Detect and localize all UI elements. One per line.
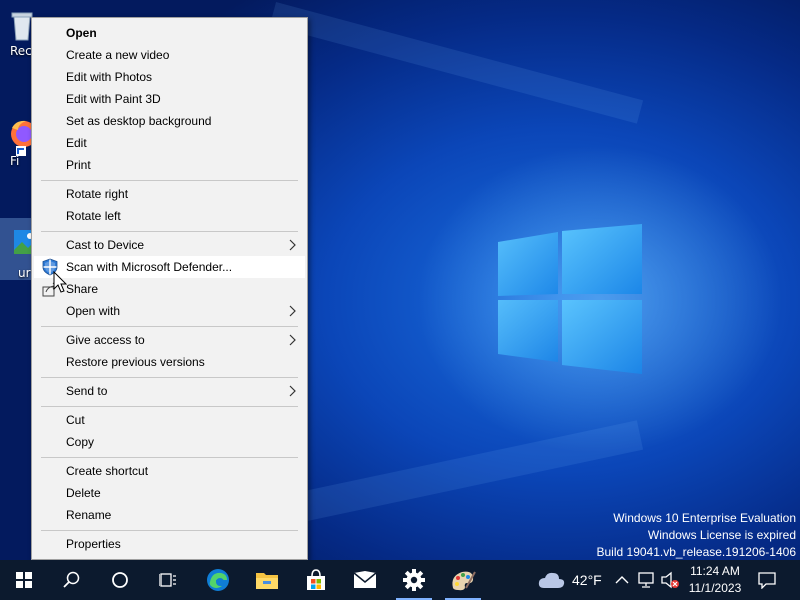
menu-item-rename[interactable]: Rename [34, 504, 305, 526]
mail-button[interactable] [341, 560, 389, 600]
watermark-build: Build 19041.vb_release.191206-1406 [596, 545, 797, 559]
menu-item-label: Give access to [66, 333, 145, 347]
menu-item-edit[interactable]: Edit [34, 132, 305, 154]
menu-separator [41, 231, 298, 232]
search-icon [63, 571, 80, 588]
menu-item-label: Restore previous versions [66, 355, 205, 369]
store-icon [307, 569, 325, 590]
menu-item-scan-defender[interactable]: Scan with Microsoft Defender... [34, 256, 305, 278]
menu-item-label: Edit [66, 136, 87, 150]
menu-item-label: Scan with Microsoft Defender... [66, 260, 233, 274]
menu-item-label: Cast to Device [66, 238, 145, 252]
menu-item-label: Create a new video [66, 48, 170, 62]
menu-separator [41, 406, 298, 407]
task-view-icon [159, 573, 176, 587]
mail-icon [353, 571, 377, 588]
menu-item-give-access[interactable]: Give access to [34, 329, 305, 351]
menu-item-rotate-right[interactable]: Rotate right [34, 183, 305, 205]
menu-item-label: Send to [66, 384, 108, 398]
menu-item-label: Set as desktop background [66, 114, 212, 128]
store-button[interactable] [292, 560, 340, 600]
menu-item-label: Create shortcut [66, 464, 149, 478]
menu-item-label: Rename [66, 508, 112, 522]
menu-separator [41, 377, 298, 378]
menu-item-label: Rotate left [66, 209, 121, 223]
watermark-edition: Windows 10 Enterprise Evaluation [613, 511, 796, 525]
notifications-icon[interactable] [758, 571, 776, 589]
windows-logo-wallpaper [498, 224, 642, 374]
settings-icon [403, 569, 425, 591]
search-button[interactable] [48, 560, 96, 600]
clock-date: 11/1/2023 [688, 581, 742, 595]
menu-item-label: Copy [66, 435, 95, 449]
menu-item-cut[interactable]: Cut [34, 409, 305, 431]
settings-button[interactable] [390, 560, 438, 600]
chevron-up-icon[interactable] [615, 575, 629, 585]
menu-item-create-shortcut[interactable]: Create shortcut [34, 460, 305, 482]
menu-item-label: Open with [66, 304, 121, 318]
start-icon [16, 572, 32, 588]
network-icon[interactable] [637, 572, 655, 588]
menu-item-label: Cut [66, 413, 85, 427]
cortana-icon [112, 572, 128, 588]
menu-item-create-video[interactable]: Create a new video [34, 44, 305, 66]
menu-item-cast-to-device[interactable]: Cast to Device [34, 234, 305, 256]
weather-temperature[interactable]: 42°F [572, 572, 602, 588]
menu-item-label: Print [66, 158, 91, 172]
menu-item-delete[interactable]: Delete [34, 482, 305, 504]
chevron-right-icon [289, 385, 296, 397]
paint-button[interactable] [439, 560, 487, 600]
menu-item-label: Open [66, 26, 97, 40]
menu-item-label: Share [66, 282, 99, 296]
edge-button[interactable] [194, 560, 242, 600]
file-explorer-icon [256, 573, 278, 589]
watermark-license: Windows License is expired [647, 528, 796, 542]
menu-item-label: Edit with Paint 3D [66, 92, 161, 106]
system-clock[interactable]: 11:24 AM 11/1/2023 [684, 563, 746, 597]
menu-item-share[interactable]: Share [34, 278, 305, 300]
menu-item-label: Edit with Photos [66, 70, 153, 84]
menu-item-copy[interactable]: Copy [34, 431, 305, 453]
menu-item-edit-paint3d[interactable]: Edit with Paint 3D [34, 88, 305, 110]
menu-item-send-to[interactable]: Send to [34, 380, 305, 402]
start-button[interactable] [0, 560, 48, 600]
file-explorer-button[interactable] [243, 560, 291, 600]
edge-icon [207, 569, 229, 591]
menu-separator [41, 457, 298, 458]
menu-separator [41, 530, 298, 531]
menu-separator [41, 326, 298, 327]
mouse-cursor-icon [53, 271, 68, 293]
menu-item-edit-photos[interactable]: Edit with Photos [34, 66, 305, 88]
chevron-right-icon [289, 334, 296, 346]
light-beam [284, 420, 644, 525]
task-view-button[interactable] [144, 560, 192, 600]
chevron-right-icon [289, 239, 296, 251]
menu-item-print[interactable]: Print [34, 154, 305, 176]
menu-item-properties[interactable]: Properties [34, 533, 305, 555]
chevron-right-icon [289, 305, 296, 317]
menu-item-rotate-left[interactable]: Rotate left [34, 205, 305, 227]
light-beam [269, 2, 644, 124]
menu-item-label: Properties [66, 537, 121, 551]
menu-item-restore-versions[interactable]: Restore previous versions [34, 351, 305, 373]
activation-watermark: Windows 10 Enterprise Evaluation Windows… [597, 510, 797, 560]
volume-muted-icon[interactable] [660, 571, 680, 589]
menu-separator [41, 180, 298, 181]
paint-icon [452, 571, 476, 591]
menu-item-label: Rotate right [66, 187, 129, 201]
cloud-icon[interactable] [538, 570, 566, 590]
cortana-button[interactable] [96, 560, 144, 600]
menu-item-label: Delete [66, 486, 101, 500]
context-menu: Open Create a new video Edit with Photos… [31, 17, 308, 560]
clock-time: 11:24 AM [690, 564, 740, 578]
taskbar: 42°F 11:24 AM 11/1/2023 [0, 560, 800, 600]
menu-item-open[interactable]: Open [34, 22, 305, 44]
menu-item-open-with[interactable]: Open with [34, 300, 305, 322]
menu-item-set-background[interactable]: Set as desktop background [34, 110, 305, 132]
